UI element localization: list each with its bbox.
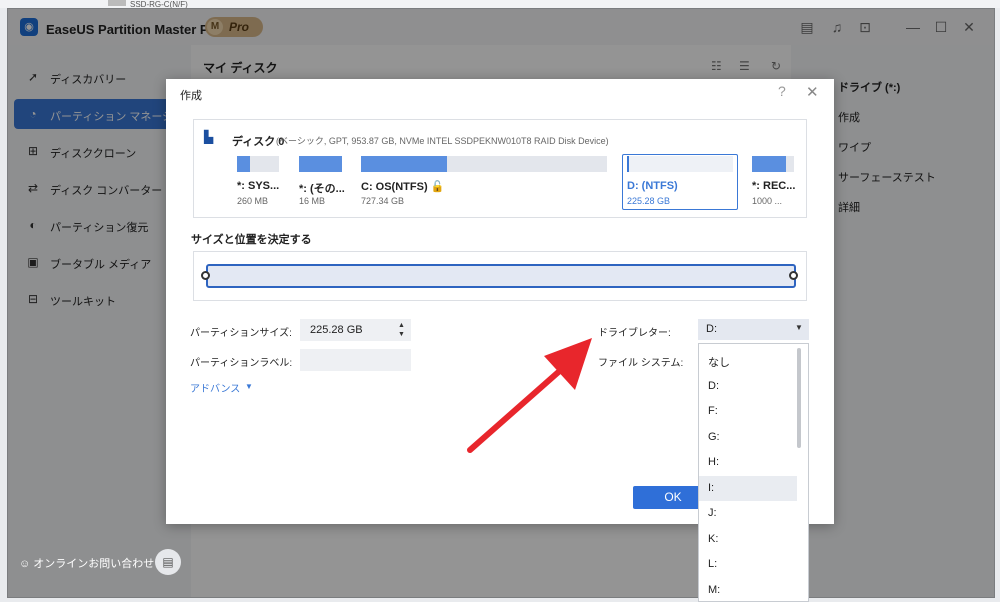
dropdown-option[interactable]: L: — [699, 552, 797, 577]
drive-letter-selected: D: — [706, 323, 717, 335]
partition-name: D: (NTFS) — [627, 180, 678, 192]
option-label: M: — [708, 584, 721, 596]
dropdown-option[interactable]: M: — [699, 578, 797, 601]
size-slider-track[interactable] — [206, 264, 796, 288]
slider-left-handle[interactable] — [201, 271, 210, 280]
dropdown-option[interactable]: J: — [699, 501, 797, 526]
disk-map: ▙ ディスク 0 (ベーシック, GPT, 953.87 GB, NVMe IN… — [193, 119, 807, 218]
dropdown-option[interactable]: I: — [699, 476, 797, 501]
partition-name: C: OS(NTFS) 🔓 — [361, 180, 444, 193]
partition-name-text: C: OS(NTFS) — [361, 181, 428, 193]
partition-size-label: パーティションサイズ: — [190, 328, 292, 339]
partition-size-value: 225.28 GB — [310, 324, 363, 336]
option-label: H: — [708, 456, 719, 468]
help-icon[interactable]: ? — [778, 83, 786, 99]
partition-bar — [237, 156, 279, 172]
partition-bar — [627, 156, 733, 172]
option-label: G: — [708, 431, 720, 443]
message-icon: ▤ — [162, 555, 174, 569]
partition-label-label: パーティションラベル: — [190, 358, 293, 369]
option-label: F: — [708, 405, 718, 417]
partition-cursor — [627, 156, 629, 172]
disk-info: (ベーシック, GPT, 953.87 GB, NVMe INTEL SSDPE… — [276, 136, 609, 146]
partition-bar — [752, 156, 794, 172]
dropdown-option[interactable]: D: — [699, 374, 797, 399]
partition-size-stepper[interactable]: 225.28 GB ▲ ▼ — [300, 319, 411, 341]
drive-letter-dropdown: なし D: F: G: H: I: J: K: L: M: — [698, 343, 809, 602]
dropdown-option[interactable]: G: — [699, 425, 797, 450]
partition-size: 1000 ... — [752, 196, 783, 206]
contact-link[interactable]: ☺ オンラインお問い合わせ — [19, 555, 154, 571]
slider-right-handle[interactable] — [789, 271, 798, 280]
drive-letter-select[interactable]: D: ▼ — [698, 319, 809, 340]
partition-name: *: (その... — [299, 183, 345, 195]
partition-name: *: REC... — [752, 180, 796, 192]
feedback-button[interactable]: ▤ — [155, 549, 181, 575]
partition-size: 727.34 GB — [361, 196, 405, 206]
chevron-down-icon[interactable]: ▼ — [245, 382, 253, 391]
size-position-heading: サイズと位置を決定する — [191, 234, 312, 246]
partition-size: 16 MB — [299, 196, 326, 206]
contact-label: オンラインお問い合わせ — [33, 558, 155, 570]
lock-icon: 🔓 — [430, 181, 445, 193]
partition-fill — [752, 156, 786, 172]
dropdown-option[interactable]: なし — [699, 348, 797, 373]
partition-size: 225.28 GB — [627, 196, 671, 206]
disk-icon: ▙ — [204, 130, 214, 144]
chevron-down-icon: ▼ — [795, 323, 803, 332]
dialog-title: 作成 — [180, 90, 202, 102]
dropdown-scrollbar[interactable] — [797, 348, 801, 448]
desktop-background: SSD-RG-C(N/F) — [0, 0, 1000, 9]
partition-label-input[interactable] — [300, 349, 411, 371]
partition-bar — [299, 156, 342, 172]
file-system-label: ファイル システム: — [598, 358, 684, 369]
dialog-close-icon[interactable]: ✕ — [806, 83, 819, 101]
advanced-link[interactable]: アドバンス — [190, 380, 240, 395]
partition-fill — [299, 156, 342, 172]
dropdown-option[interactable]: F: — [699, 399, 797, 424]
partition-fill — [361, 156, 448, 172]
size-slider-box — [193, 251, 807, 301]
partition-bar — [361, 156, 607, 172]
partition-name: *: SYS... — [237, 180, 280, 192]
drive-letter-label: ドライブレター: — [598, 328, 671, 339]
dropdown-option[interactable]: K: — [699, 527, 797, 552]
partition-size: 260 MB — [237, 196, 269, 206]
chat-icon: ☺ — [19, 558, 34, 570]
partition-fill — [237, 156, 250, 172]
option-label: J: — [708, 507, 717, 519]
option-label: D: — [708, 380, 719, 392]
option-label: L: — [708, 558, 718, 570]
dropdown-option[interactable]: H: — [699, 450, 797, 475]
spinner-arrows-icon[interactable]: ▲ ▼ — [398, 321, 405, 339]
option-label: なし — [708, 357, 730, 369]
option-label: I: — [708, 482, 715, 494]
option-label: K: — [708, 533, 719, 545]
